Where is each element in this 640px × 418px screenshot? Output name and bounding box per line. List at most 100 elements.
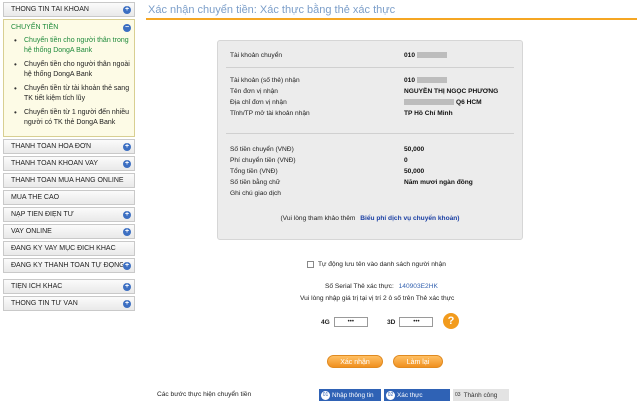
fee-schedule-link[interactable]: Biểu phí dịch vụ chuyển khoản)	[360, 215, 459, 222]
sidebar-group-transfer: CHUYỂN TIỀN − • Chuyển tiền cho người th…	[3, 19, 135, 137]
field-label: Ghi chú giao dịch	[230, 190, 281, 197]
help-icon[interactable]: ?	[443, 313, 459, 329]
step-number: 03	[455, 391, 461, 398]
field-label: Tỉnh/TP mở tài khoản nhận	[230, 110, 310, 117]
field-label: Tài khoản chuyển	[230, 52, 283, 59]
expand-icon[interactable]: +	[123, 159, 131, 168]
field-value: NGUYỄN THỊ NGỌC PHƯƠNG	[404, 88, 499, 95]
sidebar-item-auto-payment[interactable]: ĐĂNG KÝ THANH TOÁN TỰ ĐỘNG +	[3, 258, 135, 273]
sidebar-item-label: MUA THẺ CÀO	[11, 194, 60, 201]
serial-label: Số Serial Thẻ xác thực:	[325, 283, 394, 290]
field-value: 50,000	[404, 146, 425, 153]
field-label: Tài khoản (số thẻ) nhận	[230, 77, 300, 84]
masked-address	[404, 99, 454, 106]
sub-item-label: Chuyển tiền cho người thân trong hệ thốn…	[24, 37, 129, 54]
steps-label: Các bước thực hiện chuyển tiền	[157, 391, 252, 398]
field-label: Tổng tiền (VNĐ)	[230, 168, 278, 175]
field-value: TP Hồ Chí Minh	[404, 110, 453, 117]
save-recipient-checkbox[interactable]	[307, 261, 314, 268]
sidebar-item-label: ĐĂNG KÝ VAY MỤC ĐÍCH KHÁC	[11, 245, 116, 252]
expand-icon[interactable]: +	[123, 227, 131, 236]
sub-item-label: Chuyển tiền cho người thân ngoài hệ thốn…	[24, 61, 130, 78]
field-value: 0	[404, 157, 408, 164]
sub-item-batch-transfer[interactable]: • Chuyển tiền từ 1 người đến nhiều người…	[14, 108, 130, 128]
field-value: Q6 HCM	[404, 98, 482, 108]
sidebar-item-account-info[interactable]: THÔNG TIN TÀI KHOẢN +	[3, 2, 135, 17]
masked-digits	[417, 77, 448, 84]
step-number: 02	[386, 390, 395, 400]
field-label: Số tiền bằng chữ	[230, 179, 281, 186]
expand-icon[interactable]: +	[123, 261, 131, 270]
divider	[226, 67, 514, 68]
field-value: Năm mươi ngàn đồng	[404, 179, 473, 186]
sub-item-savings-transfer[interactable]: • Chuyển tiền từ tài khoản thẻ sang TK t…	[14, 84, 130, 104]
sidebar-item-label: THANH TOÁN KHOẢN VAY	[11, 160, 98, 167]
sub-item-label: Chuyển tiền từ 1 người đến nhiều người c…	[24, 109, 130, 126]
sidebar-item-loan-payment[interactable]: THANH TOÁN KHOẢN VAY +	[3, 156, 135, 171]
sidebar-item-label: ĐĂNG KÝ THANH TOÁN TỰ ĐỘNG	[11, 262, 123, 269]
sidebar-item-label: TIỆN ÍCH KHÁC	[11, 283, 63, 290]
fee-reference-text: (Vui lòng tham khảo thêm	[280, 215, 356, 222]
masked-digits	[417, 52, 448, 59]
transfer-details-panel: Tài khoản chuyển 010 Tài khoản (số thẻ) …	[217, 40, 523, 240]
expand-icon[interactable]: +	[123, 210, 131, 219]
expand-icon[interactable]: +	[123, 299, 131, 308]
step-label: Thành công	[463, 391, 498, 399]
sidebar: THÔNG TIN TÀI KHOẢN + CHUYỂN TIỀN − • Ch…	[3, 0, 135, 313]
sub-item-label: Chuyển tiền từ tài khoản thẻ sang TK tiế…	[24, 85, 130, 102]
collapse-icon[interactable]: −	[123, 23, 131, 32]
bullet-icon: •	[14, 36, 17, 45]
sidebar-item-utilities[interactable]: TIỆN ÍCH KHÁC +	[3, 279, 135, 294]
page-header: Xác nhận chuyển tiền: Xác thực bằng thẻ …	[142, 0, 637, 22]
sidebar-item-label: THANH TOÁN HÓA ĐƠN	[11, 143, 92, 150]
sidebar-item-consulting[interactable]: THÔNG TIN TƯ VẤN +	[3, 296, 135, 311]
sidebar-item-e-topup[interactable]: NẠP TIỀN ĐIỆN TỬ +	[3, 207, 135, 222]
sidebar-item-online-shopping[interactable]: THANH TOÁN MUA HÀNG ONLINE	[3, 173, 135, 188]
title-underline	[146, 18, 637, 20]
sidebar-item-online-loan[interactable]: VAY ONLINE +	[3, 224, 135, 239]
save-recipient-label: Tự động lưu tên vào danh sách người nhận	[318, 261, 446, 268]
step-label: Nhập thông tin	[332, 391, 374, 399]
expand-icon[interactable]: +	[123, 282, 131, 291]
field-value: 010	[404, 51, 448, 61]
sidebar-item-label: NẠP TIỀN ĐIỆN TỬ	[11, 211, 74, 218]
sub-item-external-transfer[interactable]: • Chuyển tiền cho người thân ngoài hệ th…	[14, 60, 130, 80]
sub-item-internal-transfer[interactable]: • Chuyển tiền cho người thân trong hệ th…	[14, 36, 130, 56]
sidebar-item-label: VAY ONLINE	[11, 228, 52, 235]
sidebar-item-other-loan[interactable]: ĐĂNG KÝ VAY MỤC ĐÍCH KHÁC	[3, 241, 135, 256]
divider	[226, 133, 514, 134]
otp-input-2[interactable]	[399, 317, 434, 327]
step-label: Xác thực	[397, 391, 423, 399]
field-label: Địa chỉ đơn vị nhận	[230, 99, 287, 106]
field-label: Số tiền chuyển (VNĐ)	[230, 146, 294, 153]
step-1: 01 Nhập thông tin	[319, 389, 381, 401]
step-2: 02 Xác thực	[384, 389, 450, 401]
save-recipient-row[interactable]: Tự động lưu tên vào danh sách người nhận	[307, 261, 446, 268]
serial-info: Số Serial Thẻ xác thực: 140903E2HK	[325, 283, 438, 290]
sidebar-item-label: THÔNG TIN TƯ VẤN	[11, 300, 78, 307]
sidebar-item-bill-payment[interactable]: THANH TOÁN HÓA ĐƠN +	[3, 139, 135, 154]
otp-field-2: 3D	[387, 317, 434, 327]
sidebar-item-label: THANH TOÁN MUA HÀNG ONLINE	[11, 177, 124, 184]
expand-icon[interactable]: +	[123, 142, 131, 151]
otp-hint: Vui lòng nhập giá trị tại vị trí 2 ô số …	[300, 295, 455, 302]
field-value: 010	[404, 76, 448, 86]
serial-number: 140903E2HK	[398, 283, 438, 290]
step-number: 01	[321, 390, 330, 400]
otp-field-2-label: 3D	[387, 318, 396, 326]
expand-icon[interactable]: +	[123, 5, 131, 14]
field-value: 50,000	[404, 168, 425, 175]
confirm-button[interactable]: Xác nhận	[327, 355, 383, 368]
sidebar-item-label: THÔNG TIN TÀI KHOẢN	[11, 6, 89, 13]
fee-reference: (Vui lòng tham khảo thêm Biểu phí dịch v…	[218, 215, 522, 222]
sidebar-group-title: CHUYỂN TIỀN	[11, 24, 59, 31]
field-label: Phí chuyển tiền (VNĐ)	[230, 157, 296, 164]
step-3: 03 Thành công	[453, 389, 509, 401]
bullet-icon: •	[14, 108, 17, 117]
bullet-icon: •	[14, 84, 17, 93]
sidebar-item-transfer[interactable]: CHUYỂN TIỀN −	[4, 20, 134, 35]
sidebar-item-scratch-card[interactable]: MUA THẺ CÀO	[3, 190, 135, 205]
field-label: Tên đơn vị nhận	[230, 88, 278, 95]
otp-input-1[interactable]	[333, 317, 368, 327]
reset-button[interactable]: Làm lại	[393, 355, 443, 368]
